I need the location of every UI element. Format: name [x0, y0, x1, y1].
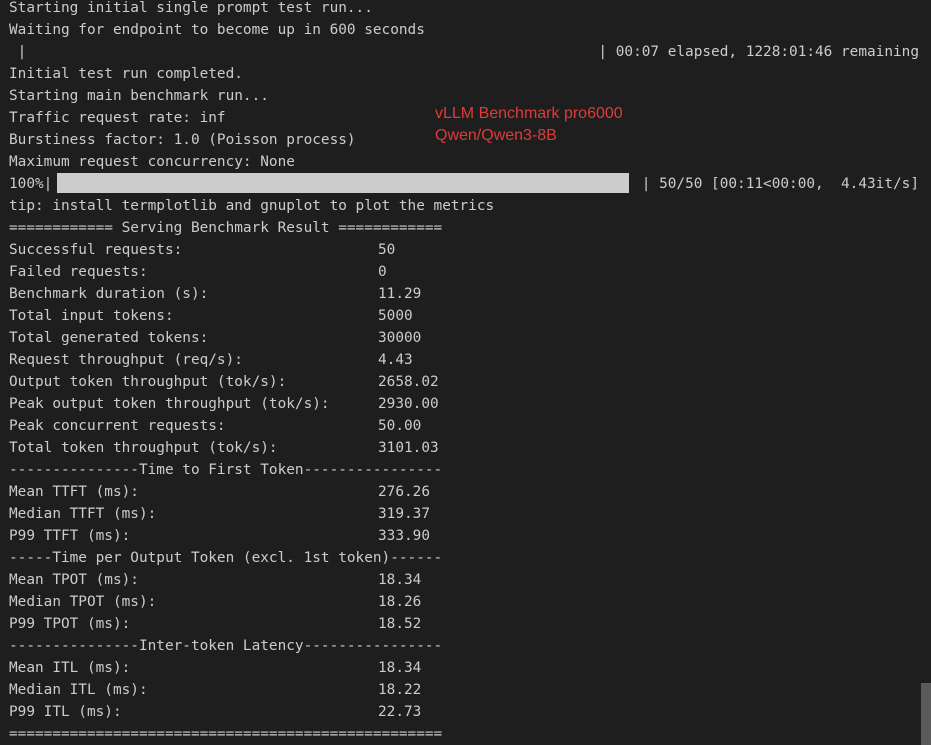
progress-percent: 100%| — [9, 176, 53, 192]
scrollbar-thumb[interactable] — [921, 683, 931, 745]
metric-value: 18.26 — [378, 594, 422, 610]
metric-label: Median ITL (ms): — [9, 682, 148, 698]
metric-label: Mean ITL (ms): — [9, 660, 131, 676]
metric-label: Median TTFT (ms): — [9, 506, 157, 522]
metric-label: Peak output token throughput (tok/s): — [9, 396, 330, 412]
metric-value: 333.90 — [378, 528, 430, 544]
log-line: Starting initial single prompt test run.… — [9, 0, 373, 16]
metric-label: P99 TTFT (ms): — [9, 528, 131, 544]
progress-bar-fill — [57, 173, 629, 193]
metric-value: 50 — [378, 242, 396, 258]
metric-value: 18.22 — [378, 682, 422, 698]
metric-value: 18.52 — [378, 616, 422, 632]
itl-header: ---------------Inter-token Latency------… — [9, 638, 443, 654]
metric-label: Total input tokens: — [9, 308, 174, 324]
metric-label: Total generated tokens: — [9, 330, 209, 346]
wait-bar-status: | 00:07 elapsed, 1228:01:46 remaining — [598, 44, 919, 60]
metric-value: 22.73 — [378, 704, 422, 720]
metric-label: Failed requests: — [9, 264, 148, 280]
metric-value: 18.34 — [378, 660, 422, 676]
metric-label: Median TPOT (ms): — [9, 594, 157, 610]
log-line: Initial test run completed. — [9, 66, 243, 82]
log-line: Maximum request concurrency: None — [9, 154, 295, 170]
metric-value: 18.34 — [378, 572, 422, 588]
tpot-header: -----Time per Output Token (excl. 1st to… — [9, 550, 443, 566]
metric-label: Output token throughput (tok/s): — [9, 374, 287, 390]
metric-label: Mean TTFT (ms): — [9, 484, 139, 500]
metric-value: 50.00 — [378, 418, 422, 434]
metric-value: 11.29 — [378, 286, 422, 302]
metric-label: Successful requests: — [9, 242, 183, 258]
log-line: Waiting for endpoint to become up in 600… — [9, 22, 425, 38]
metric-label: Request throughput (req/s): — [9, 352, 243, 368]
wait-bar-left: | — [9, 44, 27, 60]
log-line: Starting main benchmark run... — [9, 88, 269, 104]
progress-bar — [57, 173, 629, 193]
metric-value: 4.43 — [378, 352, 413, 368]
result-header: ============ Serving Benchmark Result ==… — [9, 220, 443, 236]
terminal-window[interactable]: Starting initial single prompt test run.… — [0, 0, 931, 745]
metric-value: 0 — [378, 264, 387, 280]
metric-label: Peak concurrent requests: — [9, 418, 226, 434]
progress-status: | 50/50 [00:11<00:00, 4.43it/s] — [641, 176, 919, 192]
tip-line: tip: install termplotlib and gnuplot to … — [9, 198, 495, 214]
metric-value: 276.26 — [378, 484, 430, 500]
annotation-title: vLLM Benchmark pro6000 — [435, 105, 623, 122]
ttft-header: ---------------Time to First Token------… — [9, 462, 443, 478]
metric-label: Total token throughput (tok/s): — [9, 440, 278, 456]
log-line: Traffic request rate: inf — [9, 110, 226, 126]
metric-value: 3101.03 — [378, 440, 439, 456]
annotation-model: Qwen/Qwen3-8B — [435, 127, 557, 144]
metric-value: 30000 — [378, 330, 422, 346]
metric-value: 2658.02 — [378, 374, 439, 390]
metric-value: 5000 — [378, 308, 413, 324]
metric-label: Mean TPOT (ms): — [9, 572, 139, 588]
metric-label: P99 TPOT (ms): — [9, 616, 131, 632]
metric-value: 319.37 — [378, 506, 430, 522]
result-footer: ========================================… — [9, 726, 443, 742]
metric-label: P99 ITL (ms): — [9, 704, 122, 720]
metric-label: Benchmark duration (s): — [9, 286, 209, 302]
log-line: Burstiness factor: 1.0 (Poisson process) — [9, 132, 356, 148]
metric-value: 2930.00 — [378, 396, 439, 412]
